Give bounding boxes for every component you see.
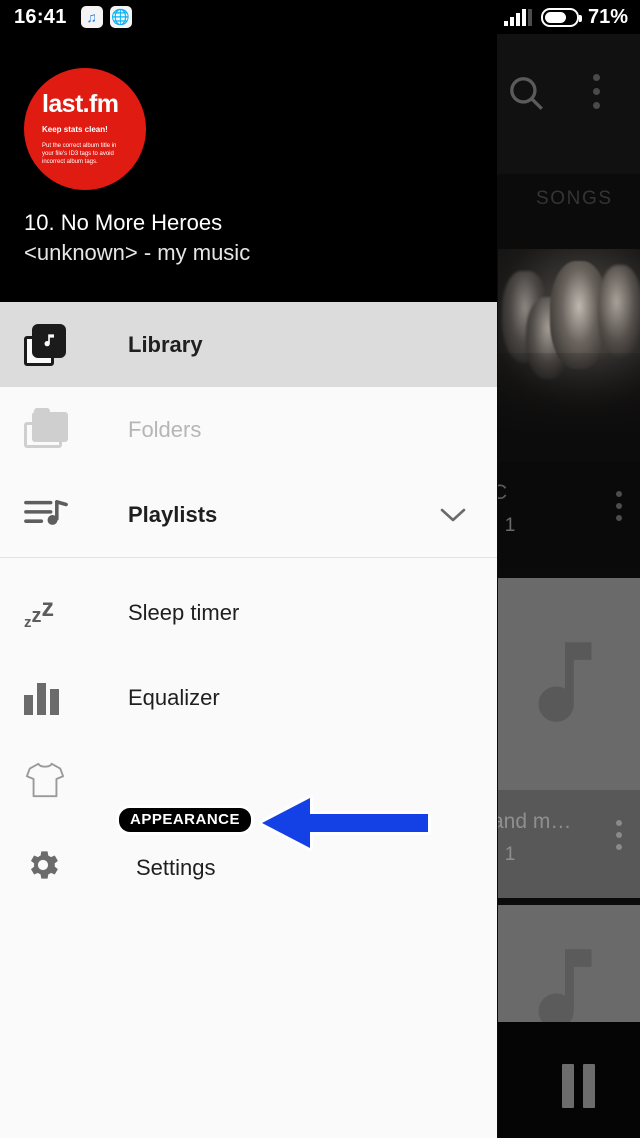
status-bar-right: 71% [503, 5, 628, 29]
sidebar-item-label: Sleep timer [128, 599, 240, 625]
music-app-notification-icon: ♫ [80, 6, 103, 28]
drawer-header-now-playing[interactable]: last.fm Keep stats clean! Put the correc… [0, 34, 497, 302]
album-card-subtitle: ♪ 1 [498, 515, 516, 536]
search-icon[interactable] [505, 72, 547, 114]
sidebar-item-folders[interactable]: Folders [0, 387, 497, 472]
folder-icon [24, 407, 76, 448]
overflow-dot [593, 74, 600, 81]
sidebar-item-label: Playlists [128, 501, 218, 527]
status-bar-time: 16:41 [14, 5, 67, 28]
library-icon [24, 323, 76, 366]
now-playing-subtitle: <unknown> - my music [24, 240, 251, 265]
sleep-timer-icon: zzz [24, 593, 54, 631]
lastfm-album-art: last.fm Keep stats clean! Put the correc… [24, 68, 146, 190]
album-art-band-photo [498, 249, 640, 461]
battery-icon [540, 7, 582, 27]
music-note-placeholder-icon [538, 642, 592, 722]
drawer-secondary-section: zzz Sleep timer Equalizer A [0, 558, 497, 910]
battery-percent-label: 71% [587, 5, 628, 28]
album-card[interactable]: and m… ♪ 1 [498, 578, 640, 898]
sidebar-item-label: Equalizer [128, 684, 220, 710]
tshirt-icon [24, 760, 76, 805]
album-card-title: and m… [498, 810, 572, 833]
overflow-dot [593, 102, 600, 109]
sidebar-item-playlists[interactable]: Playlists [0, 472, 497, 557]
album-card-overflow-icon[interactable] [616, 820, 622, 850]
sidebar-item-sleep-timer[interactable]: zzz Sleep timer [0, 570, 497, 655]
album-card-subtitle: ♪ 1 [498, 844, 516, 865]
overflow-menu-icon[interactable] [593, 74, 600, 109]
equalizer-icon [24, 681, 76, 715]
chevron-down-icon[interactable] [437, 505, 469, 525]
lastfm-tagline: Keep stats clean! [42, 125, 108, 134]
album-art-placeholder [498, 578, 640, 790]
overflow-dot [593, 88, 600, 95]
lastfm-body-text: Put the correct album title in your file… [42, 142, 117, 165]
sidebar-item-library[interactable]: Library [0, 302, 497, 387]
annotation-arrow-icon [259, 795, 431, 851]
now-playing-title: 10. No More Heroes [24, 210, 223, 235]
lastfm-wordmark: last.fm [42, 90, 119, 118]
album-card-overflow-icon[interactable] [616, 491, 622, 521]
album-card-meta: and m… ♪ 1 [498, 790, 640, 898]
status-bar-notifications: ♫ 🌐 [80, 6, 132, 28]
signal-bars-icon [503, 8, 532, 26]
phone-screen: SONGS C ♪ 1 and [0, 0, 640, 1138]
browser-notification-icon: 🌐 [109, 6, 132, 28]
gear-icon [24, 846, 76, 889]
album-card[interactable]: C ♪ 1 [498, 249, 640, 569]
appearance-highlight-label: APPEARANCE [119, 808, 252, 832]
pause-button[interactable] [562, 1064, 595, 1108]
player-bar [498, 1022, 640, 1138]
album-card-title: C [498, 481, 508, 504]
sidebar-item-equalizer[interactable]: Equalizer [0, 655, 497, 740]
sidebar-item-label: Folders [128, 416, 202, 442]
sidebar-item-label: Library [128, 331, 203, 357]
playlist-icon [24, 498, 76, 532]
album-card-meta: C ♪ 1 [498, 461, 640, 569]
tab-songs[interactable]: SONGS [536, 188, 613, 210]
navigation-drawer: last.fm Keep stats clean! Put the correc… [0, 34, 497, 1138]
sidebar-item-label: Settings [136, 854, 216, 880]
status-bar: 16:41 ♫ 🌐 71% [0, 0, 640, 34]
